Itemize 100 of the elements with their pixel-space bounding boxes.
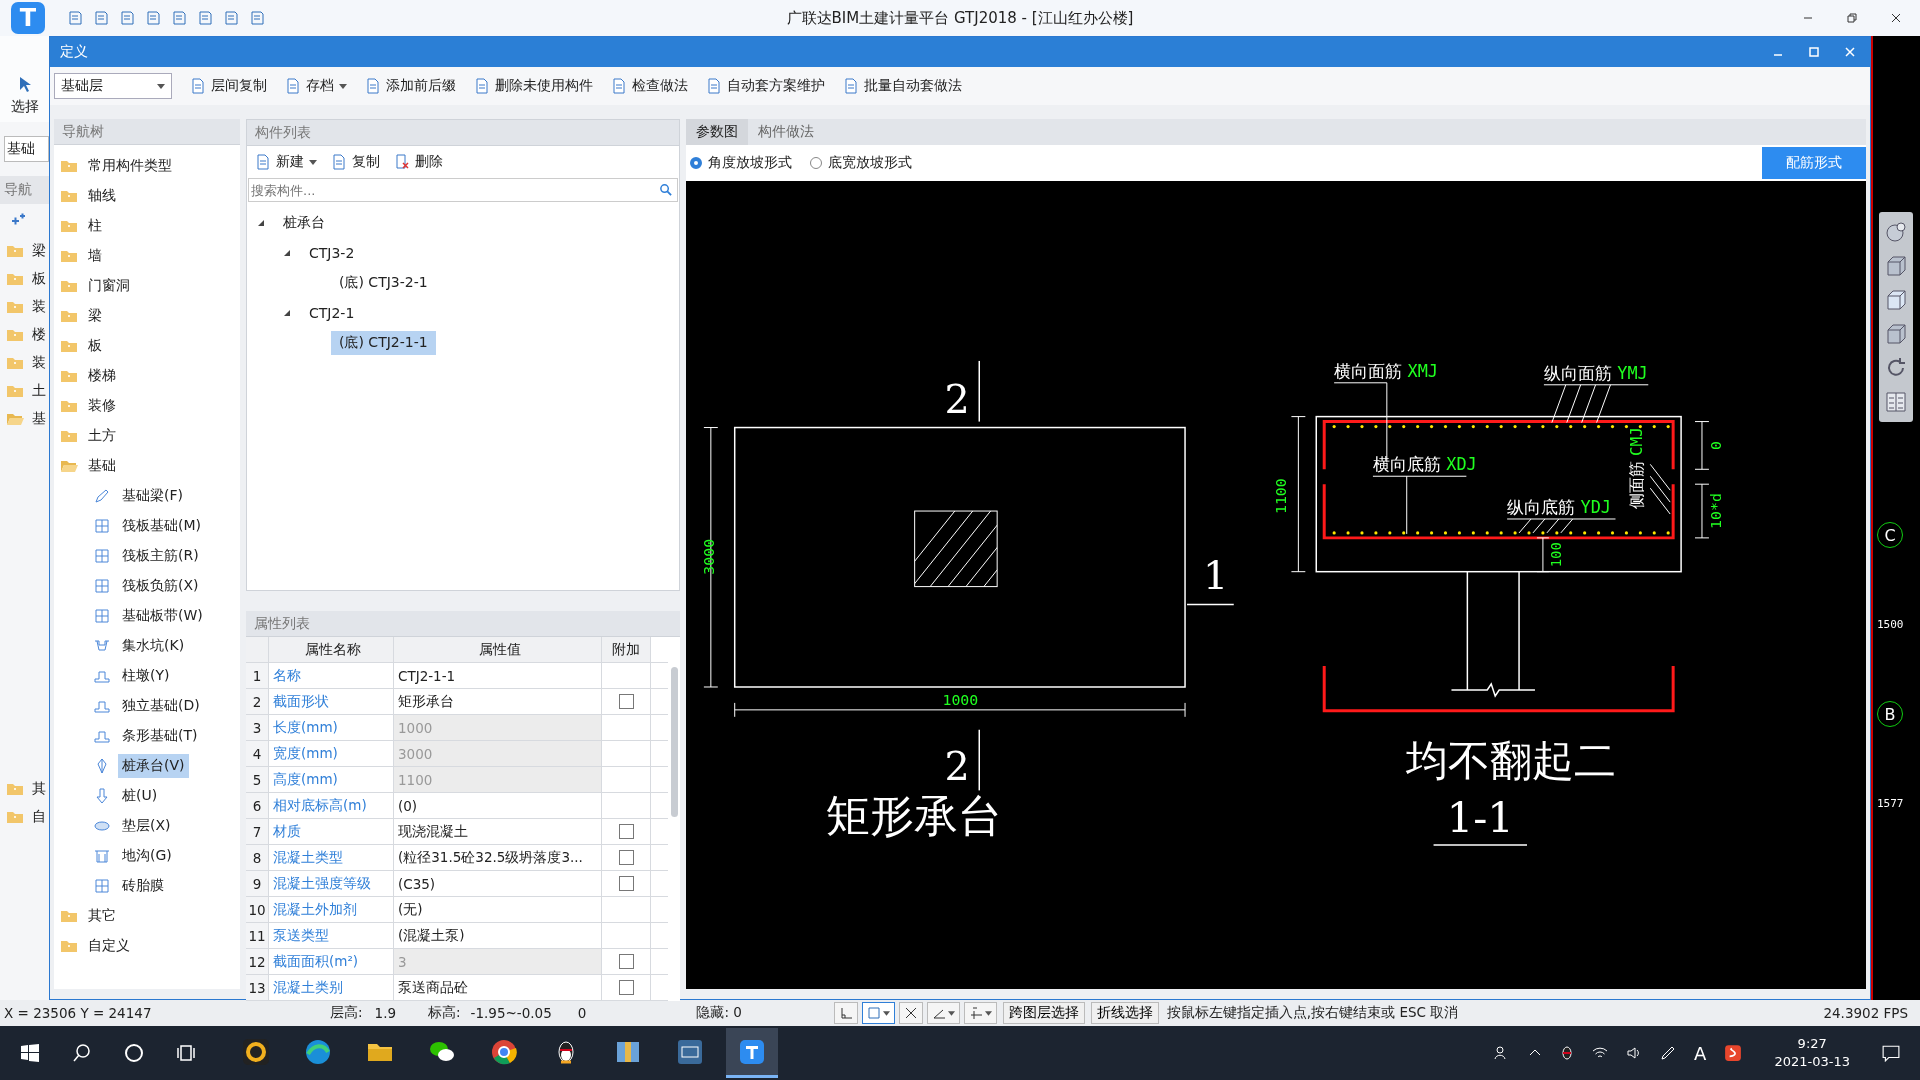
property-value[interactable]: 现浇混凝土	[394, 819, 602, 844]
pen-icon[interactable]	[1660, 1045, 1677, 1061]
select-tool-label[interactable]: 选择	[10, 98, 39, 116]
copy-button[interactable]: 复制	[325, 150, 386, 174]
tree-item[interactable]: 装	[32, 354, 46, 372]
tree-item[interactable]: 筏板基础(M)	[118, 514, 205, 538]
tree-item[interactable]: CTJ3-2	[301, 242, 363, 264]
checklist-icon[interactable]	[1884, 390, 1908, 414]
checkbox[interactable]	[618, 954, 634, 969]
clock-date[interactable]: 2021-03-13	[1774, 1053, 1850, 1071]
checkbox[interactable]	[618, 876, 634, 891]
tree-item[interactable]: 梁	[54, 301, 240, 331]
tree-item[interactable]: 自定义	[54, 931, 240, 961]
tree-item[interactable]: 桩承台(V)	[118, 754, 189, 778]
circle-icon[interactable]	[124, 1043, 144, 1063]
clock-time[interactable]: 9:27	[1797, 1035, 1827, 1053]
checkbox[interactable]	[618, 694, 634, 709]
cube-icon[interactable]	[1884, 288, 1908, 312]
tree-item[interactable]: 装修	[54, 391, 240, 421]
tree-item[interactable]: 基础板带(W)	[118, 604, 207, 628]
delete-button[interactable]: 删除	[388, 150, 449, 174]
radio-button[interactable]	[810, 157, 822, 169]
tree-item[interactable]: 地沟(G)	[118, 844, 176, 868]
cube-icon[interactable]	[1884, 322, 1908, 346]
tree-item[interactable]: 自	[32, 808, 46, 826]
tree-item[interactable]: 基础梁(F)	[118, 484, 187, 508]
search-icon[interactable]	[72, 1043, 92, 1063]
taskbar-app[interactable]	[726, 1028, 778, 1078]
task-view-icon[interactable]	[176, 1043, 196, 1063]
tree-item[interactable]: 其它	[54, 901, 240, 931]
toolbar-button[interactable]: 存档	[279, 74, 353, 98]
collapse-arrow-icon[interactable]	[283, 309, 291, 317]
tree-item[interactable]: (底) CTJ3-2-1	[331, 271, 436, 295]
tree-item[interactable]: 柱	[54, 211, 240, 241]
tab[interactable]: 参数图	[686, 119, 748, 145]
add-icon[interactable]	[10, 212, 26, 228]
tree-item[interactable]: 基础	[54, 451, 240, 481]
radio-label[interactable]: 角度放坡形式	[708, 154, 792, 172]
tree-item[interactable]: 条形基础(T)	[118, 724, 202, 748]
toggle-button[interactable]: 折线选择	[1090, 1002, 1159, 1024]
maximize-icon[interactable]	[1808, 46, 1820, 58]
checkbox[interactable]	[618, 980, 634, 995]
restore-icon[interactable]	[1846, 12, 1858, 24]
tree-item[interactable]: 筏板主筋(R)	[118, 544, 203, 568]
collapse-arrow-icon[interactable]	[283, 249, 291, 257]
property-value[interactable]: (C35)	[394, 871, 602, 896]
toolbar-button[interactable]: 层间复制	[184, 74, 273, 98]
input-method-icon[interactable]	[1724, 1044, 1743, 1062]
tree-item[interactable]: 装	[32, 298, 46, 316]
tree-item[interactable]: 常用构件类型	[54, 151, 240, 181]
tree-item[interactable]: 土方	[54, 421, 240, 451]
tree-item[interactable]: 垫层(X)	[118, 814, 175, 838]
property-value[interactable]: (无)	[394, 897, 602, 922]
tree-item[interactable]: 桩承台	[275, 211, 333, 235]
toolbar-button[interactable]: 批量自动套做法	[837, 74, 968, 98]
close-icon[interactable]	[1890, 12, 1902, 24]
snap-tool-button[interactable]	[898, 1002, 923, 1024]
toolbar-button[interactable]: 检查做法	[605, 74, 694, 98]
tree-item[interactable]: 板	[54, 331, 240, 361]
windows-start-icon[interactable]	[20, 1043, 40, 1063]
property-value[interactable]: CTJ2-1-1	[394, 663, 602, 688]
tree-item[interactable]: 轴线	[54, 181, 240, 211]
scrollbar[interactable]	[671, 667, 678, 817]
tree-item[interactable]: 基	[32, 410, 46, 428]
tree-item[interactable]: (底) CTJ2-1-1	[331, 331, 436, 355]
bird-icon[interactable]	[1560, 1046, 1575, 1060]
new-button[interactable]: 新建	[249, 150, 323, 174]
radio-label[interactable]: 底宽放坡形式	[828, 154, 912, 172]
tree-item[interactable]: 楼	[32, 326, 46, 344]
radio-button[interactable]	[690, 157, 702, 169]
notification-icon[interactable]	[1882, 1044, 1900, 1062]
input-method-indicator[interactable]: A	[1694, 1042, 1707, 1064]
tree-item[interactable]: 柱墩(Y)	[118, 664, 174, 688]
tree-item[interactable]: 砖胎膜	[118, 874, 168, 898]
property-value[interactable]: (粒径31.5砼32.5级坍落度3...	[394, 845, 602, 870]
tree-item[interactable]: 板	[32, 270, 46, 288]
property-value[interactable]: 矩形承台	[394, 689, 602, 714]
toggle-button[interactable]: 跨图层选择	[1002, 1002, 1085, 1024]
tree-item[interactable]: CTJ2-1	[301, 302, 363, 324]
toolbar-button[interactable]: 自动套方案维护	[700, 74, 831, 98]
toolbar-button[interactable]: 添加前后缀	[359, 74, 462, 98]
floor-dropdown[interactable]: 基础层	[54, 73, 172, 99]
tree-item[interactable]: 独立基础(D)	[118, 694, 204, 718]
search-field[interactable]: 搜索构件...	[248, 178, 678, 202]
collapse-arrow-icon[interactable]	[257, 219, 265, 227]
tab[interactable]: 构件做法	[748, 119, 824, 145]
sphere-icon[interactable]	[1884, 220, 1908, 244]
tree-item[interactable]: 墙	[54, 241, 240, 271]
tree-item[interactable]: 筏板负筋(X)	[118, 574, 203, 598]
property-value[interactable]: (混凝土泵)	[394, 923, 602, 948]
toolbar-button[interactable]: 删除未使用构件	[468, 74, 599, 98]
tree-item[interactable]: 桩(U)	[118, 784, 162, 808]
tree-item[interactable]: 门窗洞	[54, 271, 240, 301]
checkbox[interactable]	[618, 850, 634, 865]
tree-item[interactable]: 梁	[32, 242, 46, 260]
tree-item[interactable]: 楼梯	[54, 361, 240, 391]
cube-icon[interactable]	[1884, 254, 1908, 278]
tree-item[interactable]: 其	[32, 780, 46, 798]
tree-item[interactable]: 土	[32, 382, 46, 400]
floor-dropdown[interactable]: 基础	[4, 136, 49, 162]
